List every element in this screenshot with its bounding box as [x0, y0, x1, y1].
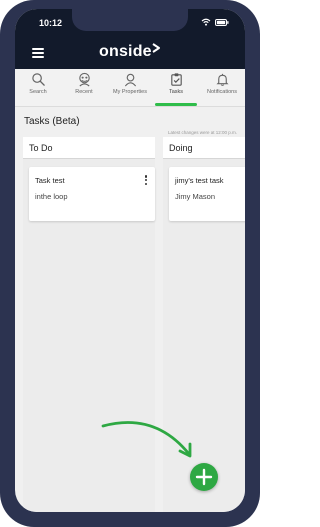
column-title: Doing [163, 137, 245, 159]
bell-icon [215, 73, 229, 86]
properties-icon [124, 73, 136, 87]
task-card-title: jimy's test task [175, 176, 224, 185]
more-options-icon[interactable] [144, 175, 148, 187]
green-arrow-annotation [101, 421, 192, 458]
tab-search[interactable]: Search [15, 69, 61, 106]
hamburger-menu-icon[interactable] [32, 48, 44, 58]
search-icon [31, 73, 45, 86]
tab-label: My Properties [113, 89, 147, 95]
tab-recent[interactable]: Recent [61, 69, 107, 106]
task-card[interactable]: jimy's test task Jimy Mason [169, 167, 245, 221]
tasks-icon [170, 73, 182, 86]
last-change-notice: Latest changes were at 12:00 p.m. [167, 130, 237, 135]
tab-label: Tasks [168, 89, 184, 95]
brand-logo: onside [99, 43, 152, 60]
wifi-icon [201, 18, 211, 26]
task-card-title: Task test [35, 176, 65, 185]
tab-label: Search [29, 89, 47, 95]
tab-label: Recent [75, 89, 93, 95]
tab-tasks[interactable]: Tasks [153, 69, 199, 106]
status-icons [201, 18, 229, 26]
plus-icon [195, 468, 213, 486]
active-tab-indicator [155, 103, 197, 106]
recent-icon [78, 72, 90, 87]
add-task-button[interactable] [190, 463, 218, 491]
status-time: 10:12 [39, 18, 63, 28]
task-card[interactable]: Task test inthe loop [29, 167, 155, 221]
tab-my-properties[interactable]: My Properties [107, 69, 153, 106]
phone-notch [72, 9, 188, 31]
task-card-assignee: inthe loop [35, 192, 68, 201]
page-title: Tasks (Beta) [24, 116, 80, 127]
battery-icon [215, 18, 229, 26]
column-title: To Do [23, 137, 155, 159]
tab-label: Notifications [207, 89, 237, 95]
bottom-tabbar: Search Recent My Properties Tasks Notifi… [15, 69, 245, 107]
tab-notifications[interactable]: Notifications [199, 69, 245, 106]
brand-arrow-icon [152, 43, 160, 53]
task-card-assignee: Jimy Mason [175, 192, 216, 201]
